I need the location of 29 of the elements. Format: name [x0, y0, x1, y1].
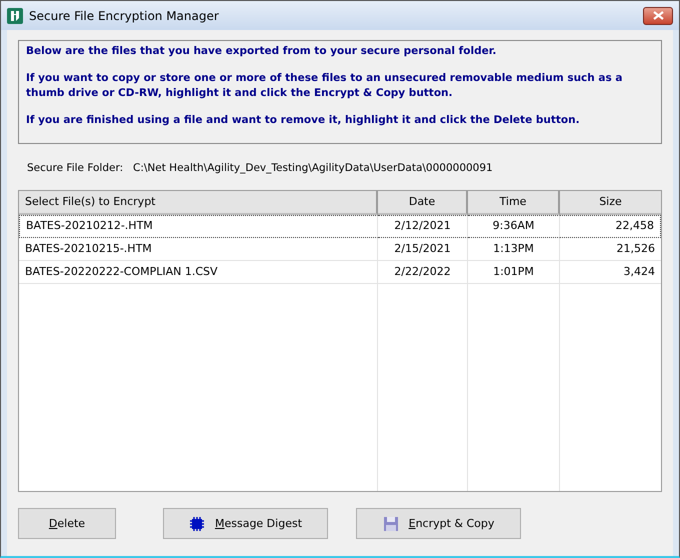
instruction-text: If you want to copy or store one or more of these files to an unsecured removable medium such as a thumb drive or CD-RW, highlight it and click the Encrypt & Copy button. [26, 71, 624, 101]
table-cell[interactable]: 1:13PM [468, 238, 560, 261]
chip-icon [188, 516, 205, 532]
table-cell[interactable]: 3,424 [560, 261, 661, 284]
table-cell[interactable]: 2/12/2021 [378, 215, 468, 238]
folder-label: Secure File Folder: [27, 162, 124, 174]
table-cell[interactable]: BATES-20210215-.HTM [19, 238, 378, 261]
folder-path: C:\Net Health\Agility_Dev_Testing\AgilityData\UserData\0000000091 [133, 162, 493, 174]
table-cell[interactable]: 1:01PM [468, 261, 560, 284]
table-cell[interactable]: BATES-20210212-.HTM [19, 215, 378, 238]
table-cell[interactable]: 21,526 [560, 238, 661, 261]
instruction-text: Below are the files that you have exported from to your secure personal folder. [26, 44, 498, 59]
instruction-text: If you are finished using a file and want to remove it, highlight it and click the Delete button. [26, 113, 581, 128]
table-cell[interactable]: 2/22/2022 [378, 261, 468, 284]
button[interactable]: Message Digest [163, 508, 328, 539]
column-header[interactable]: Size [560, 191, 661, 215]
column-header[interactable]: Date [378, 191, 468, 215]
window-title: Secure File Encryption Manager [29, 8, 220, 22]
table-cell[interactable]: 2/15/2021 [378, 238, 468, 261]
column-header[interactable]: Select File(s) to Encrypt [19, 191, 378, 215]
table-cell[interactable]: 9:36AM [468, 215, 560, 238]
table-cell[interactable]: BATES-20220222-COMPLIAN 1.CSV [19, 261, 378, 284]
column-header[interactable]: Time [468, 191, 560, 215]
button[interactable]: Encrypt & Copy [356, 508, 521, 539]
table-cell[interactable]: 22,458 [560, 215, 661, 238]
close-button[interactable] [643, 6, 673, 24]
close-icon [652, 11, 664, 20]
app-icon [7, 8, 23, 24]
button[interactable]: Delete [18, 508, 116, 539]
